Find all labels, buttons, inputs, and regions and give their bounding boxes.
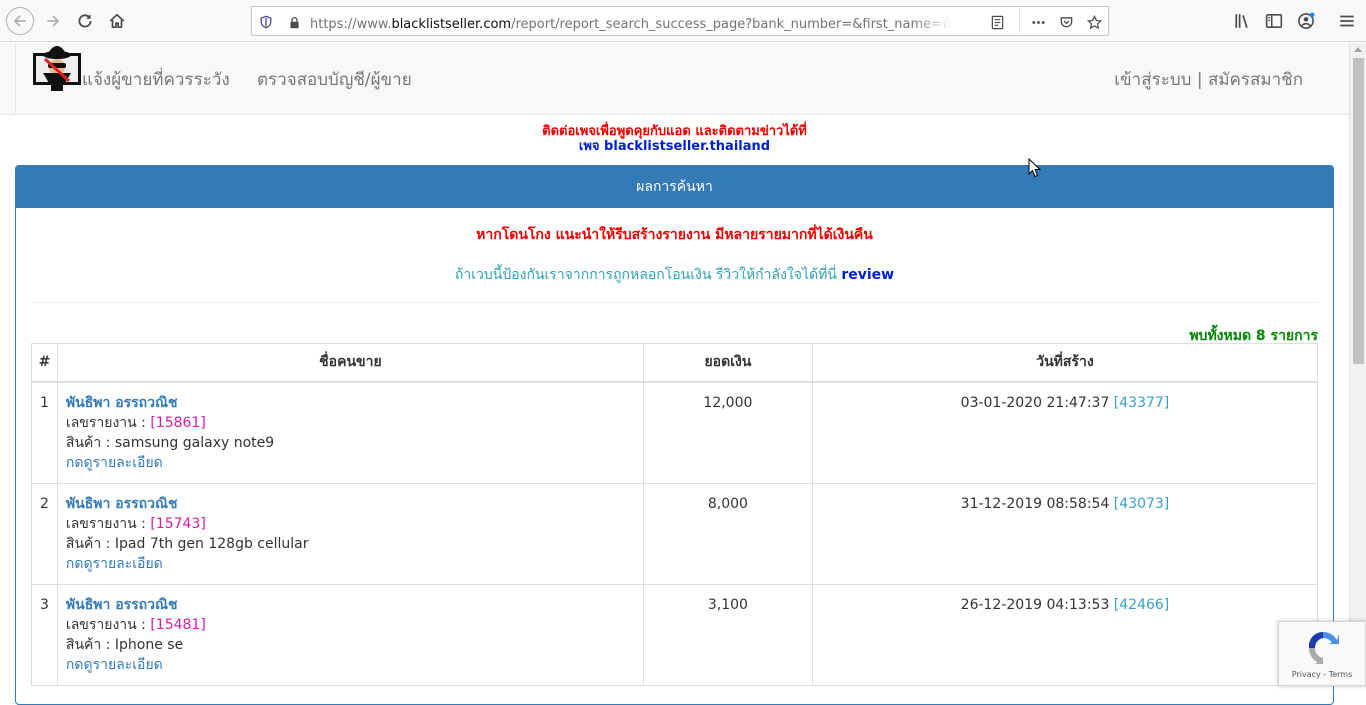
page-actions-icon[interactable]: [1029, 13, 1047, 31]
facebook-page-link[interactable]: เพจ blacklistseller.thailand: [0, 139, 1349, 154]
view-detail-link[interactable]: กดดูรายละเอียด: [66, 655, 635, 675]
reload-icon[interactable]: [72, 8, 98, 34]
date-id-link[interactable]: [43073]: [1114, 496, 1169, 512]
recaptcha-icon: [1308, 631, 1339, 664]
home-icon[interactable]: [104, 8, 130, 34]
navbar-container: แจ้งผู้ขายที่ควรระวัง ตรวจสอบบัญชี/ผู้ขา…: [15, 43, 1349, 114]
row-number: 1: [31, 381, 58, 484]
panel-heading: ผลการค้นหา: [16, 166, 1333, 208]
date-cell: 26-12-2019 04:13:53 [42466]: [811, 583, 1319, 686]
table-row: 1 พันธิพา อรรถวณิช เลขรายงาน : [15861] ส…: [31, 381, 1319, 484]
pocket-icon[interactable]: [1057, 13, 1075, 31]
url-bar[interactable]: https://www.blacklistseller.com/report/r…: [251, 6, 1109, 36]
results-table: # ชื่อคนขาย ยอดเงิน วันที่สร้าง 1 พันธิพ…: [31, 343, 1319, 686]
seller-name[interactable]: พันธิพา อรรถวณิช: [66, 494, 635, 514]
seller-name[interactable]: พันธิพา อรรถวณิช: [66, 595, 635, 615]
seller-name[interactable]: พันธิพา อรรถวณิช: [66, 393, 635, 413]
nav-check-account[interactable]: ตรวจสอบบัญชี/ผู้ขาย: [257, 66, 412, 93]
report-number[interactable]: [15861]: [150, 415, 205, 431]
date-cell: 31-12-2019 08:58:54 [43073]: [811, 482, 1319, 585]
report-number-line: เลขรายงาน : [15861]: [65, 414, 206, 431]
col-header-amount: ยอดเงิน: [642, 343, 813, 383]
date-cell: 03-01-2020 21:47:37 [43377]: [811, 381, 1319, 484]
seller-cell: พันธิพา อรรถวณิช เลขรายงาน : [15861] สิน…: [56, 381, 644, 484]
nav-login-register[interactable]: เข้าสู่ระบบ | สมัครสมาชิก: [1114, 66, 1303, 93]
report-number[interactable]: [15481]: [150, 617, 205, 633]
menu-icon[interactable]: [1334, 8, 1360, 34]
product-line: สินค้า : Ipad 7th gen 128gb cellular: [65, 535, 309, 552]
back-icon[interactable]: [6, 7, 34, 35]
seller-cell: พันธิพา อรรถวณิช เลขรายงาน : [15481] สิน…: [56, 583, 644, 686]
bookmark-star-icon[interactable]: [1085, 13, 1103, 31]
urlbar-separator: [1019, 9, 1020, 33]
date-id-link[interactable]: [42466]: [1114, 597, 1169, 613]
page-scrollbar[interactable]: [1349, 43, 1366, 686]
url-fade: [912, 9, 952, 33]
fraud-warning: หากโดนโกง แนะนำให้รีบสร้างรายงาน มีหลายร…: [476, 227, 873, 243]
nav-report-seller[interactable]: แจ้งผู้ขายที่ควรระวัง: [82, 66, 230, 93]
col-header-date: วันที่สร้าง: [811, 343, 1319, 383]
report-number-line: เลขรายงาน : [15481]: [65, 616, 206, 633]
reader-view-icon[interactable]: [988, 13, 1006, 31]
product-line: สินค้า : samsung galaxy note9: [65, 434, 275, 451]
report-number[interactable]: [15743]: [150, 516, 205, 532]
amount-cell: 12,000: [642, 381, 813, 484]
table-row: 3 พันธิพา อรรถวณิช เลขรายงาน : [15481] ส…: [31, 583, 1319, 686]
notice-line-1: ติดต่อเพจเพื่อพูดคุยกับแอด และติดตามข่าว…: [542, 124, 807, 139]
divider: [31, 302, 1318, 303]
table-header-row: # ชื่อคนขาย ยอดเงิน วันที่สร้าง: [31, 343, 1319, 383]
site-logo[interactable]: [31, 43, 83, 95]
tracking-shield-icon[interactable]: [257, 13, 275, 31]
seller-cell: พันธิพา อรรถวณิช เลขรายงาน : [15743] สิน…: [56, 482, 644, 585]
library-icon[interactable]: [1230, 8, 1256, 34]
review-prompt: ถ้าเวบนี้ป้องกันเราจากการถูกหลอกโอนเงิน …: [16, 264, 1333, 286]
mouse-cursor-icon: [1028, 158, 1042, 178]
scroll-up-arrow-icon[interactable]: [1354, 47, 1362, 52]
forward-icon[interactable]: [40, 8, 66, 34]
facebook-notice: ติดต่อเพจเพื่อพูดคุยกับแอด และติดตามข่าว…: [0, 124, 1349, 154]
row-number: 3: [31, 583, 58, 686]
account-icon[interactable]: [1293, 8, 1319, 34]
results-panel: ผลการค้นหา หากโดนโกง แนะนำให้รีบสร้างราย…: [15, 165, 1334, 705]
row-number: 2: [31, 482, 58, 585]
sidebar-icon[interactable]: [1261, 8, 1287, 34]
product-line: สินค้า : Iphone se: [65, 636, 184, 653]
view-detail-link[interactable]: กดดูรายละเอียด: [66, 554, 635, 574]
lock-icon[interactable]: [285, 13, 303, 31]
recaptcha-terms[interactable]: Privacy - Terms: [1279, 670, 1365, 679]
review-link[interactable]: review: [841, 267, 894, 283]
amount-cell: 3,100: [642, 583, 813, 686]
scroll-thumb[interactable]: [1353, 58, 1364, 364]
browser-toolbar: https://www.blacklistseller.com/report/r…: [0, 0, 1366, 42]
report-number-line: เลขรายงาน : [15743]: [65, 515, 206, 532]
url-text[interactable]: https://www.blacklistseller.com/report/r…: [310, 13, 950, 34]
col-header-seller: ชื่อคนขาย: [56, 343, 644, 383]
col-header-num: #: [31, 343, 58, 383]
review-text: ถ้าเวบนี้ป้องกันเราจากการถูกหลอกโอนเงิน …: [454, 267, 837, 283]
recaptcha-badge[interactable]: Privacy - Terms: [1278, 621, 1366, 686]
amount-cell: 8,000: [642, 482, 813, 585]
date-id-link[interactable]: [43377]: [1114, 395, 1169, 411]
site-navbar: แจ้งผู้ขายที่ควรระวัง ตรวจสอบบัญชี/ผู้ขา…: [0, 43, 1349, 115]
table-row: 2 พันธิพา อรรถวณิช เลขรายงาน : [15743] ส…: [31, 482, 1319, 585]
view-detail-link[interactable]: กดดูรายละเอียด: [66, 453, 635, 473]
